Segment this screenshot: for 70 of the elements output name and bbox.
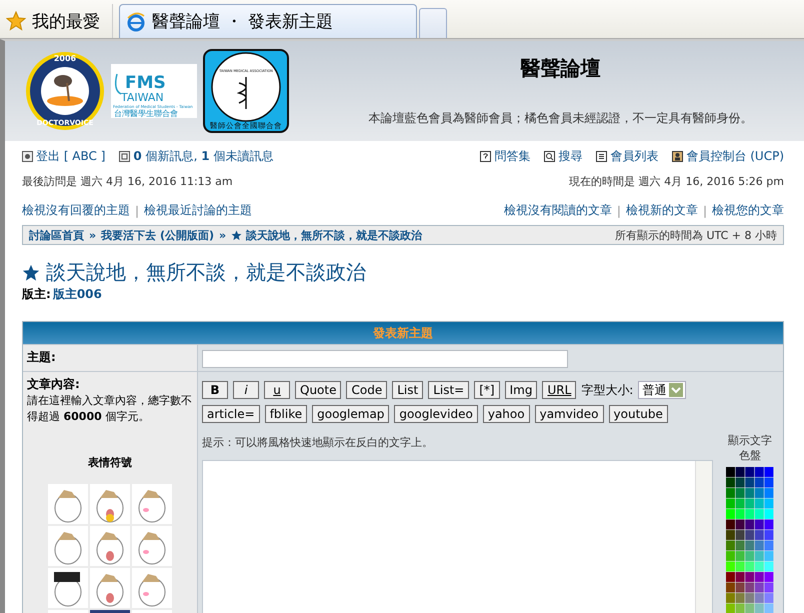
envelope-icon	[119, 150, 130, 162]
format-button[interactable]: googlevideo	[394, 405, 478, 423]
breadcrumb-separator: »	[219, 228, 226, 242]
current-time: 現在的時間是 週六 4月 16, 2016 5:26 pm	[569, 174, 784, 188]
font-size-label: 字型大小:	[581, 382, 634, 398]
subject-field[interactable]	[202, 350, 568, 368]
search-link[interactable]: 檢視您的文章	[712, 202, 784, 219]
link-separator: |	[135, 204, 140, 218]
search-link[interactable]: 檢視沒有回覆的主題	[22, 202, 130, 219]
format-button[interactable]: URL	[542, 381, 576, 399]
nav-link[interactable]: 0 個新訊息, 1 個未讀訊息	[119, 148, 274, 164]
nav-link[interactable]: 會員控制台 (UCP)	[672, 148, 784, 164]
breadcrumb-link[interactable]: 我要活下去 (公開版面)	[101, 228, 214, 242]
format-button[interactable]: u	[264, 381, 290, 399]
format-button[interactable]: i	[233, 381, 259, 399]
new-tab-button[interactable]	[419, 8, 447, 38]
format-button[interactable]: yahoo	[482, 405, 530, 423]
star-icon	[6, 11, 26, 31]
star-icon	[231, 230, 242, 240]
format-button[interactable]: List=	[428, 381, 470, 399]
message-textarea[interactable]	[202, 460, 713, 613]
breadcrumb-separator: »	[89, 228, 96, 242]
color-palette[interactable]	[726, 467, 774, 613]
site-description: 本論壇藍色會員為醫師會員；橘色會員未經認證，不一定具有醫師身份。	[368, 110, 752, 127]
user-icon	[672, 150, 684, 162]
format-button[interactable]: List	[392, 381, 424, 399]
subject-label: 主題:	[27, 350, 56, 364]
format-button[interactable]: B	[202, 381, 228, 399]
breadcrumb-link[interactable]: 談天說地，無所不談，就是不談政治	[246, 228, 422, 242]
forum-title: 談天說地，無所不談，就是不談政治	[46, 259, 366, 286]
format-button[interactable]: [*]	[474, 381, 500, 399]
site-title: 醫聲論壇	[520, 55, 600, 82]
smilies-title: 表情符號	[87, 455, 133, 470]
format-button[interactable]: yamvideo	[534, 405, 604, 423]
help-icon	[480, 150, 492, 162]
link-separator: |	[702, 204, 707, 218]
format-button[interactable]: article=	[202, 405, 260, 423]
last-visit: 最後訪問是 週六 4月 16, 2016 11:13 am	[22, 174, 233, 188]
format-button[interactable]: Quote	[295, 381, 342, 399]
search-link[interactable]: 檢視沒有閱讀的文章	[504, 202, 612, 219]
search-link[interactable]: 檢視最近討論的主題	[144, 202, 252, 219]
timezone-note: 所有顯示的時間為 UTC + 8 小時	[614, 228, 777, 242]
link-separator: |	[616, 204, 621, 218]
nav-link[interactable]: 登出 [ ABC ]	[22, 148, 106, 164]
format-button[interactable]: Img	[504, 381, 538, 399]
body-hint: 請在這裡輸入文章內容，總字數不得超過 60000 個字元。	[27, 393, 193, 425]
form-heading: 發表新主題	[23, 322, 783, 344]
star-icon	[22, 264, 40, 282]
nav-link[interactable]: 會員列表	[596, 148, 658, 164]
breadcrumb-link[interactable]: 討論區首頁	[29, 228, 84, 242]
lock-icon	[22, 150, 33, 162]
nav-link[interactable]: 搜尋	[544, 148, 582, 164]
format-button[interactable]: youtube	[608, 405, 668, 423]
format-button[interactable]: Code	[346, 381, 388, 399]
search-icon	[544, 150, 556, 162]
font-size-select[interactable]: 普通	[638, 381, 686, 399]
browser-tab[interactable]: 醫聲論壇 ・ 發表新主題	[119, 4, 417, 38]
palette-label: 顯示文字色盤	[727, 433, 773, 463]
nav-link[interactable]: 問答集	[480, 148, 530, 164]
moderator-label: 版主:	[22, 286, 51, 303]
tip-text: 提示：可以將風格快速地顯示在反白的文字上。	[202, 435, 434, 450]
format-button[interactable]: fblike	[264, 405, 308, 423]
moderator-link[interactable]: 版主006	[52, 286, 102, 303]
format-button[interactable]: googlemap	[312, 405, 390, 423]
dropdown-icon	[669, 383, 684, 397]
favorites-button[interactable]: 我的最愛	[2, 4, 113, 38]
search-link[interactable]: 檢視新的文章	[626, 202, 698, 219]
body-label: 文章內容:	[27, 376, 81, 393]
browser-icon	[126, 12, 146, 32]
list-icon	[596, 150, 608, 162]
